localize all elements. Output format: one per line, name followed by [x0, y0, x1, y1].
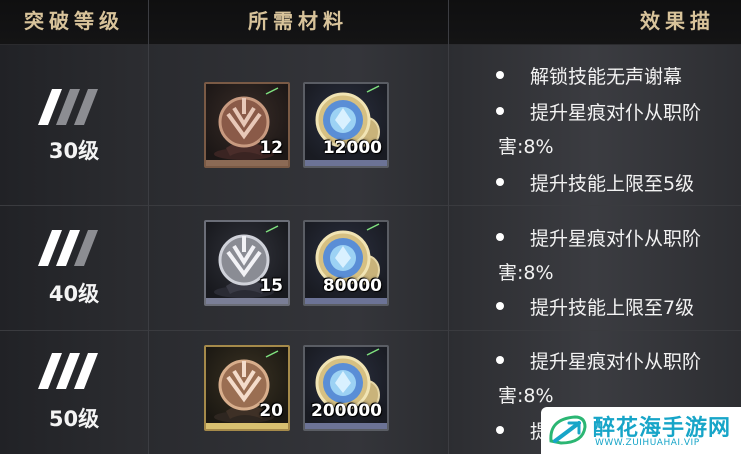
rank-level: 50级 [48, 407, 100, 431]
material-slot[interactable]: 80000 [303, 220, 389, 306]
rank-level: 40级 [48, 282, 100, 306]
leaf-logo-icon [549, 415, 587, 445]
effect-text-continued: 害:8% [498, 136, 554, 158]
table-header: 突破等级 所需材料 效果描 [0, 0, 741, 45]
material-slot[interactable]: 12000 [303, 82, 389, 168]
effect-text: 提升星痕对仆从职阶 [530, 351, 702, 373]
rank-stripes-icon [38, 353, 98, 389]
material-slot[interactable]: 15 [204, 220, 290, 306]
effect-text: 解锁技能无声谢幕 [530, 66, 683, 88]
watermark: 醉花海手游网 WWW.ZUIHUAHAI.VIP [541, 407, 741, 454]
rank-stripes-icon [38, 230, 98, 266]
material-quantity: 12 [259, 138, 283, 158]
watermark-url: WWW.ZUIHUAHAI.VIP [595, 438, 700, 448]
material-quantity: 20 [259, 401, 283, 421]
rank-level: 30级 [48, 139, 100, 163]
effect-text: 提升星痕对仆从职阶 [530, 102, 702, 124]
material-slot[interactable]: 20 [204, 345, 290, 431]
effect-text-continued: 害:8% [498, 262, 554, 284]
effect-text: 提升技能上限至5级 [530, 173, 695, 195]
effect-text: 提升技能上限至7级 [530, 297, 695, 319]
material-quantity: 80000 [322, 276, 382, 296]
material-quantity: 12000 [322, 138, 382, 158]
material-quantity: 15 [259, 276, 283, 296]
header-effects: 效果描 [640, 9, 715, 33]
header-materials: 所需材料 [248, 9, 348, 33]
header-rank: 突破等级 [24, 9, 124, 33]
effect-text-continued: 害:8% [498, 385, 554, 407]
breakthrough-table: 突破等级 所需材料 效果描 30级 12 12000 40级 15 80000 … [0, 0, 741, 454]
material-slot[interactable]: 200000 [303, 345, 389, 431]
rank-stripes-icon [38, 89, 98, 125]
effect-text: 提升星痕对仆从职阶 [530, 228, 702, 250]
material-quantity: 200000 [311, 401, 382, 421]
material-slot[interactable]: 12 [204, 82, 290, 168]
